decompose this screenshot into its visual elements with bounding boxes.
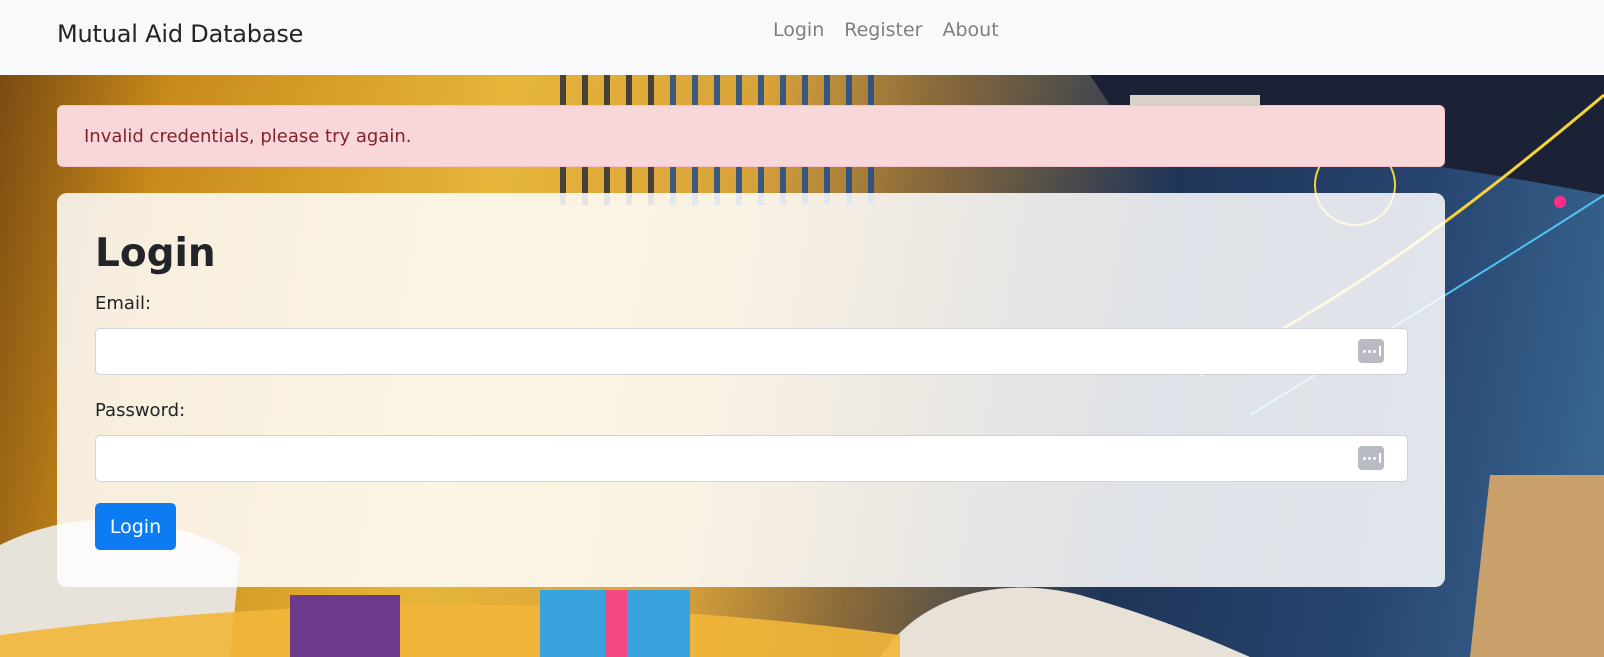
password-manager-icon[interactable] [1358,339,1384,363]
nav-links: Login Register About [773,19,999,41]
email-field[interactable] [95,328,1408,375]
login-button[interactable]: Login [95,503,176,550]
password-manager-icon[interactable] [1358,446,1384,470]
page-title: Login [95,231,216,276]
nav-about-link[interactable]: About [943,19,999,41]
navbar: Mutual Aid Database Login Register About [0,0,1604,75]
nav-register-link[interactable]: Register [844,19,922,41]
login-card: Login Email: Password: Login [57,193,1445,587]
email-label: Email: [95,293,152,314]
alert-message: Invalid credentials, please try again. [84,126,412,147]
password-field[interactable] [95,435,1408,482]
nav-login-link[interactable]: Login [773,19,824,41]
brand-title[interactable]: Mutual Aid Database [57,20,303,48]
error-alert: Invalid credentials, please try again. [57,105,1445,167]
password-label: Password: [95,400,186,421]
